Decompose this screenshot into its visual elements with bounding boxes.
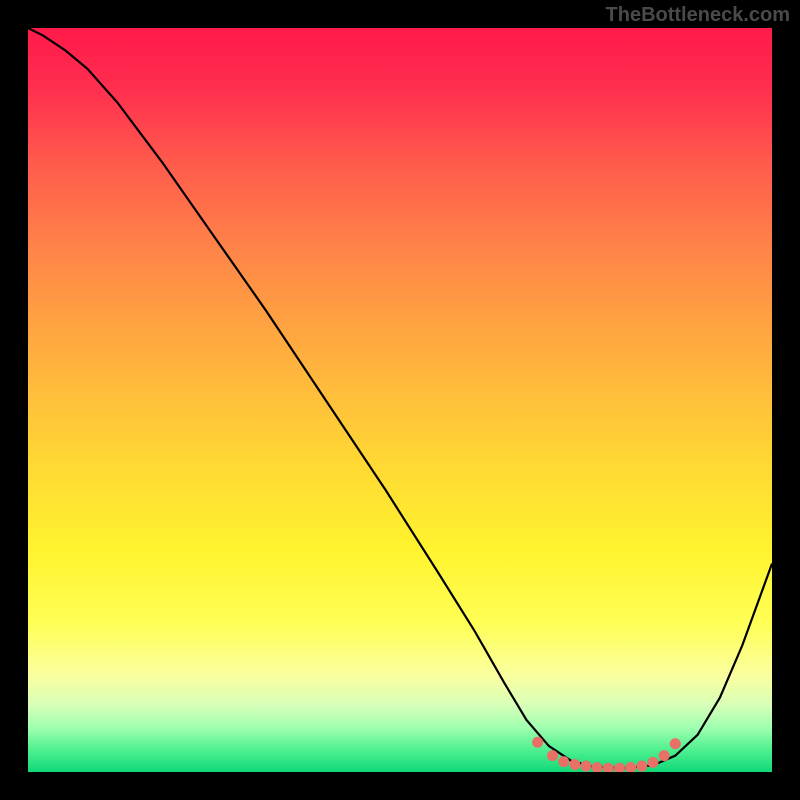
watermark-text: TheBottleneck.com [606,4,790,27]
plot-area [28,28,772,772]
main-curve [28,28,772,768]
curve-layer [28,28,772,772]
highlight-dots [532,737,681,772]
